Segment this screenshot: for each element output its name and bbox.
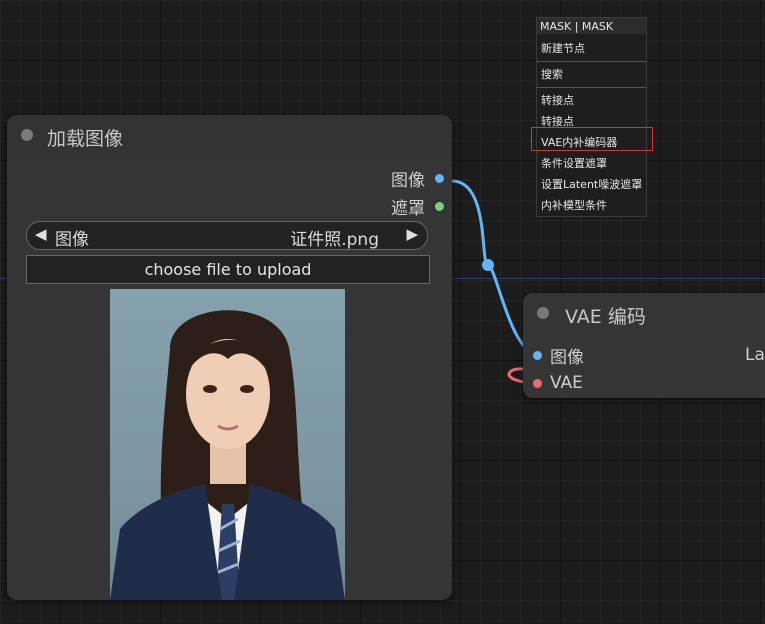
- input-vae-label: VAE: [550, 373, 583, 393]
- menu-item-reroute[interactable]: 转接点: [541, 92, 574, 108]
- vae-encode-node[interactable]: VAE 编码 图像 VAE La: [523, 293, 765, 398]
- input-vae[interactable]: VAE: [533, 372, 583, 394]
- link-reroute-dot: [482, 259, 494, 271]
- menu-title: MASK | MASK: [537, 18, 646, 34]
- output-image[interactable]: 图像: [391, 167, 444, 191]
- output-latent-label: La: [745, 345, 765, 365]
- portrait-photo: [110, 310, 345, 600]
- next-arrow-icon[interactable]: ▶: [406, 225, 418, 243]
- node-header[interactable]: 加载图像: [7, 115, 452, 155]
- upload-button[interactable]: choose file to upload: [26, 255, 430, 284]
- highlight-box: [531, 127, 653, 151]
- node-title: VAE 编码: [565, 306, 646, 328]
- menu-item-search[interactable]: 搜索: [541, 66, 563, 82]
- menu-item-inpaint-model-conditioning[interactable]: 内补模型条件: [541, 197, 607, 213]
- load-image-node[interactable]: 加载图像 图像 遮罩 ◀ 图像 证件照.png ▶ choose file to…: [7, 115, 452, 600]
- input-image-label: 图像: [550, 347, 584, 368]
- menu-separator: [537, 61, 646, 62]
- output-image-label: 图像: [391, 170, 425, 191]
- menu-item-set-latent-noise-mask[interactable]: 设置Latent噪波遮罩: [541, 176, 642, 192]
- combo-label: 图像: [55, 230, 89, 250]
- input-vae-slot-icon[interactable]: [533, 378, 542, 388]
- input-image[interactable]: 图像: [533, 344, 584, 368]
- output-mask-label: 遮罩: [391, 198, 425, 219]
- menu-item-new-node[interactable]: 新建节点: [541, 40, 585, 56]
- combo-value: 证件照.png: [290, 230, 379, 250]
- collapse-dot-icon[interactable]: [21, 129, 33, 141]
- collapse-dot-icon[interactable]: [537, 307, 549, 319]
- prev-arrow-icon[interactable]: ◀: [35, 225, 47, 243]
- image-select-combo[interactable]: ◀ 图像 证件照.png ▶: [26, 221, 428, 250]
- input-image-slot-icon[interactable]: [533, 350, 542, 360]
- output-mask[interactable]: 遮罩: [391, 195, 444, 219]
- output-mask-slot-icon[interactable]: [435, 201, 444, 211]
- output-image-slot-icon[interactable]: [435, 173, 444, 183]
- image-preview: [110, 289, 345, 600]
- menu-item-conditioning-set-mask[interactable]: 条件设置遮罩: [541, 155, 607, 171]
- menu-separator: [537, 87, 646, 88]
- graph-canvas[interactable]: 加载图像 图像 遮罩 ◀ 图像 证件照.png ▶ choose file to…: [0, 0, 765, 624]
- context-menu[interactable]: MASK | MASK 新建节点 搜索 转接点 转接点 VAE内补编码器 条件设…: [536, 17, 647, 217]
- node-title: 加载图像: [47, 128, 124, 150]
